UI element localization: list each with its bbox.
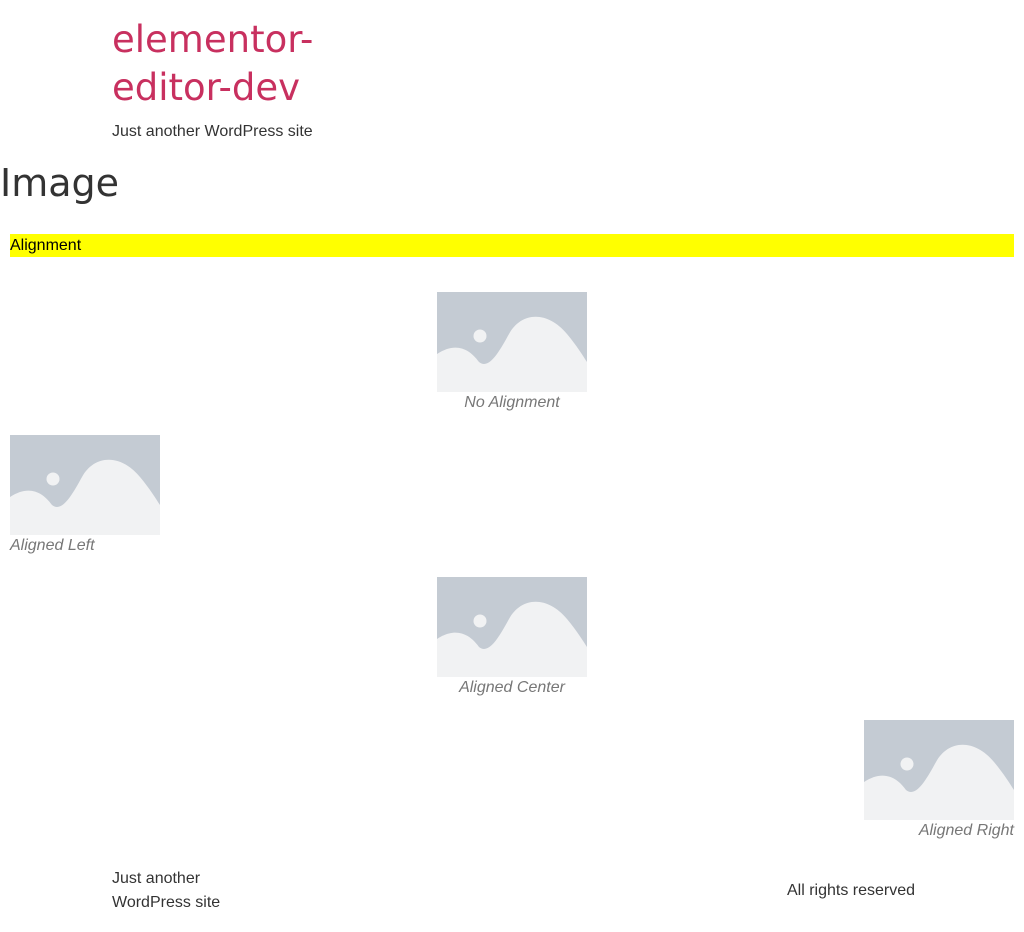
image-figure-aligned-center: Aligned Center — [437, 577, 587, 696]
image-caption: Aligned Left — [10, 537, 95, 554]
image-caption: Aligned Right — [918, 822, 1014, 839]
page-title: Image — [0, 161, 120, 205]
footer-copyright: All rights reserved — [787, 882, 916, 899]
image-caption: Aligned Center — [459, 679, 565, 696]
site-description: Just another WordPress site — [112, 123, 313, 140]
section-heading: Alignment — [10, 234, 1014, 257]
image-caption: No Alignment — [464, 394, 560, 411]
image-figure-aligned-right: Aligned Right — [864, 720, 1014, 839]
image-placeholder-icon[interactable] — [10, 435, 160, 535]
image-placeholder-icon[interactable] — [437, 577, 587, 677]
image-placeholder-icon[interactable] — [864, 720, 1014, 820]
site-title-link[interactable]: elementor-editor-dev — [112, 16, 332, 112]
site-header: elementor-editor-dev Just another WordPr… — [112, 16, 412, 142]
image-figure-aligned-left: Aligned Left — [10, 435, 160, 554]
footer-description: Just another WordPress site — [112, 870, 221, 911]
image-placeholder-icon[interactable] — [437, 292, 587, 392]
image-figure-no-alignment: No Alignment — [437, 292, 587, 411]
